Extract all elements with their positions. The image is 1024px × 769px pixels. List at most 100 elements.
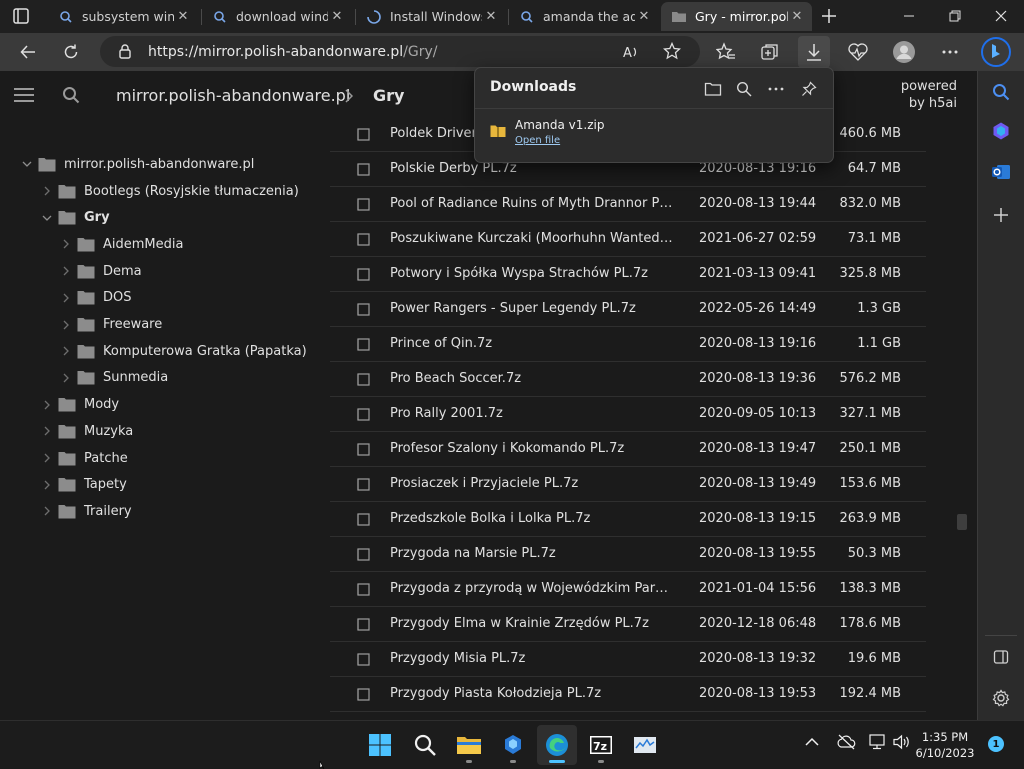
chevron-down-icon[interactable] bbox=[40, 211, 54, 225]
file-row[interactable]: Power Rangers - Super Legendy PL.7z 2022-… bbox=[330, 292, 926, 327]
file-row[interactable]: Przygody Misia PL.7z 2020-08-13 19:32 19.6… bbox=[330, 642, 926, 677]
tree-item[interactable]: DOS bbox=[59, 286, 132, 310]
resource-monitor-icon[interactable] bbox=[625, 725, 665, 765]
file-name[interactable]: Prosiaczek i Przyjaciele PL.7z bbox=[390, 476, 675, 491]
chevron-right-icon[interactable] bbox=[59, 291, 73, 305]
new-tab-icon[interactable] bbox=[819, 6, 839, 26]
tree-item[interactable]: Tapety bbox=[40, 473, 127, 497]
browser-essentials-button[interactable] bbox=[842, 36, 874, 68]
file-name[interactable]: Pro Rally 2001.7z bbox=[390, 406, 675, 421]
chevron-right-icon[interactable] bbox=[59, 237, 73, 251]
file-row[interactable]: Przygoda na Marsie PL.7z 2020-08-13 19:55… bbox=[330, 537, 926, 572]
file-row[interactable]: Potwory i Spółka Wyspa Strachów PL.7z 202… bbox=[330, 257, 926, 292]
notification-badge[interactable]: 1 bbox=[988, 736, 1004, 752]
taskbar-search-icon[interactable] bbox=[405, 725, 445, 765]
file-name[interactable]: Potwory i Spółka Wyspa Strachów PL.7z bbox=[390, 266, 675, 281]
cloud-offline-icon[interactable] bbox=[836, 734, 856, 750]
chevron-right-icon[interactable] bbox=[40, 451, 54, 465]
tree-item[interactable]: AidemMedia bbox=[59, 232, 183, 256]
download-item[interactable]: Amanda v1.zip Open file bbox=[475, 109, 833, 162]
tab-4-active[interactable]: Gry - mirror.poli ✕ bbox=[661, 2, 812, 31]
add-sidebar-app-icon[interactable] bbox=[985, 199, 1017, 231]
file-name[interactable]: Przygody Misia PL.7z bbox=[390, 651, 675, 666]
pin-icon[interactable] bbox=[796, 76, 822, 102]
scrollbar-thumb[interactable] bbox=[957, 514, 967, 530]
tree-item[interactable]: Patche bbox=[40, 446, 128, 470]
minimize-button[interactable] bbox=[886, 0, 932, 32]
address-bar[interactable]: https://mirror.polish-abandonware.pl/Gry… bbox=[100, 36, 700, 67]
tree-item[interactable]: Muzyka bbox=[40, 419, 133, 443]
refresh-button[interactable] bbox=[55, 36, 87, 68]
tree-item[interactable]: Dema bbox=[59, 259, 142, 283]
file-name[interactable]: Profesor Szalony i Kokomando PL.7z bbox=[390, 441, 675, 456]
file-name[interactable]: Pool of Radiance Ruins of Myth Drannor P… bbox=[390, 196, 675, 211]
file-row[interactable]: Prosiaczek i Przyjaciele PL.7z 2020-08-13… bbox=[330, 467, 926, 502]
search-icon[interactable] bbox=[62, 86, 80, 104]
chevron-right-icon[interactable] bbox=[59, 371, 73, 385]
tree-item[interactable]: Freeware bbox=[59, 313, 162, 337]
file-name[interactable]: Przygody Piasta Kołodzieja PL.7z bbox=[390, 686, 675, 701]
settings-gear-icon[interactable] bbox=[985, 682, 1017, 714]
tree-item[interactable]: Sunmedia bbox=[59, 366, 168, 390]
file-row[interactable]: Prince of Qin.7z 2020-08-13 19:16 1.1 GB bbox=[330, 327, 926, 362]
games-icon[interactable] bbox=[985, 115, 1017, 147]
tree-item[interactable]: Komputerowa Gratka (Papatka) bbox=[59, 339, 307, 363]
powered-by[interactable]: powered by h5ai bbox=[880, 78, 957, 112]
restore-button[interactable] bbox=[932, 0, 978, 32]
chevron-right-icon[interactable] bbox=[40, 424, 54, 438]
file-name[interactable]: Poszukiwane Kurczaki (Moorhuhn Wanted).7… bbox=[390, 231, 675, 246]
breadcrumb-current[interactable]: Gry bbox=[373, 86, 404, 105]
7zip-icon[interactable]: 7z bbox=[581, 725, 621, 765]
chevron-right-icon[interactable] bbox=[40, 398, 54, 412]
clock[interactable]: 1:35 PM 6/10/2023 bbox=[915, 729, 975, 761]
file-name[interactable]: Przygoda z przyrodą w Wojewódzkim Parku … bbox=[390, 581, 675, 596]
close-icon[interactable]: ✕ bbox=[788, 8, 806, 26]
back-button[interactable] bbox=[12, 36, 44, 68]
file-name[interactable]: Przygody Elma w Krainie Zrzędów PL.7z bbox=[390, 616, 675, 631]
file-explorer-icon[interactable] bbox=[449, 725, 489, 765]
tab-2[interactable]: Install Windows ✕ bbox=[356, 2, 506, 31]
file-row[interactable]: Profesor Szalony i Kokomando PL.7z 2020-0… bbox=[330, 432, 926, 467]
chevron-right-icon[interactable] bbox=[59, 318, 73, 332]
more-options-icon[interactable] bbox=[934, 36, 966, 68]
close-window-button[interactable] bbox=[978, 0, 1024, 32]
lock-icon[interactable] bbox=[118, 43, 132, 59]
close-icon[interactable]: ✕ bbox=[635, 8, 653, 26]
file-name[interactable]: Pro Beach Soccer.7z bbox=[390, 371, 675, 386]
file-name[interactable]: Prince of Qin.7z bbox=[390, 336, 675, 351]
start-button[interactable] bbox=[360, 725, 400, 765]
bing-copilot-icon[interactable] bbox=[980, 36, 1012, 68]
file-row[interactable]: Poszukiwane Kurczaki (Moorhuhn Wanted).7… bbox=[330, 222, 926, 257]
tree-item[interactable]: Trailery bbox=[40, 499, 132, 523]
read-aloud-icon[interactable]: A bbox=[622, 43, 640, 61]
tree-item[interactable]: Bootlegs (Rosyjskie tłumaczenia) bbox=[40, 179, 299, 203]
chevron-right-icon[interactable] bbox=[59, 344, 73, 358]
open-file-link[interactable]: Open file bbox=[515, 135, 560, 146]
open-downloads-folder-icon[interactable] bbox=[700, 76, 726, 102]
collections-button[interactable] bbox=[754, 36, 786, 68]
tree-item[interactable]: Mody bbox=[40, 393, 119, 417]
search-downloads-icon[interactable] bbox=[731, 76, 757, 102]
chevron-right-icon[interactable] bbox=[40, 504, 54, 518]
tab-1[interactable]: download windo ✕ bbox=[202, 2, 352, 31]
more-options-icon[interactable] bbox=[763, 76, 789, 102]
chevron-right-icon[interactable] bbox=[59, 264, 73, 278]
edge-browser-icon[interactable] bbox=[537, 725, 577, 765]
file-name[interactable]: Przedszkole Bolka i Lolka PL.7z bbox=[390, 511, 675, 526]
tree-root[interactable]: mirror.polish-abandonware.pl bbox=[20, 152, 254, 176]
file-name[interactable]: Polskie Derby PL.7z bbox=[390, 161, 675, 176]
close-icon[interactable]: ✕ bbox=[328, 8, 346, 26]
show-hidden-icons[interactable] bbox=[805, 737, 819, 747]
file-row[interactable]: Pro Rally 2001.7z 2020-09-05 10:13 327.1 M… bbox=[330, 397, 926, 432]
sidebar-search-icon[interactable] bbox=[985, 76, 1017, 108]
file-row[interactable]: Pool of Radiance Ruins of Myth Drannor P… bbox=[330, 187, 926, 222]
file-name[interactable]: Przygoda na Marsie PL.7z bbox=[390, 546, 675, 561]
tab-0[interactable]: subsystem windo ✕ bbox=[48, 2, 198, 31]
favorite-star-icon[interactable] bbox=[663, 42, 681, 60]
hide-sidebar-icon[interactable] bbox=[985, 641, 1017, 673]
volume-icon[interactable] bbox=[892, 734, 912, 750]
downloads-button[interactable] bbox=[798, 36, 830, 68]
menu-icon[interactable] bbox=[14, 88, 34, 102]
chevron-down-icon[interactable] bbox=[20, 157, 34, 171]
tab-actions-icon[interactable] bbox=[12, 7, 30, 25]
